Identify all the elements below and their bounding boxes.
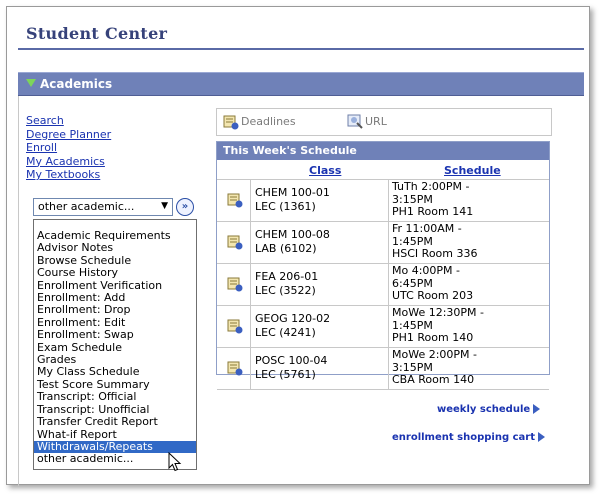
link-my-textbooks[interactable]: My Textbooks [26, 168, 111, 182]
row-icon-cell [217, 264, 251, 305]
schedule-title: This Week's Schedule [217, 142, 549, 160]
column-header-schedule[interactable]: Schedule [444, 164, 501, 177]
schedule-time-start: Fr 11:00AM - [392, 222, 462, 235]
tab-deadlines-label: Deadlines [241, 115, 296, 128]
calendar-info-icon[interactable] [227, 360, 243, 376]
collapse-triangle-icon[interactable] [26, 79, 36, 87]
link-my-academics[interactable]: My Academics [26, 155, 111, 169]
tab-url-label: URL [365, 115, 387, 128]
academics-links: Search Degree Planner Enroll My Academic… [26, 114, 111, 182]
schedule-cell: MoWe 2:00PM - 3:15PM CBA Room 140 [389, 348, 549, 389]
calendar-info-icon[interactable] [227, 318, 243, 334]
schedule-cell: Fr 11:00AM - 1:45PM HSCI Room 336 [389, 222, 549, 263]
schedule-time-start: Mo 4:00PM - [392, 264, 461, 277]
class-code: POSC 100-04 [255, 354, 328, 367]
dropdown-option[interactable]: Transcript: Official [34, 390, 196, 403]
table-row: POSC 100-04 LEC (5761) MoWe 2:00PM - 3:1… [217, 348, 549, 390]
class-code: GEOG 120-02 [255, 312, 331, 325]
row-icon-cell [217, 348, 251, 389]
academic-select[interactable]: other academic... ▼ [33, 198, 173, 216]
link-enroll[interactable]: Enroll [26, 141, 111, 155]
class-cell: POSC 100-04 LEC (5761) [251, 348, 389, 389]
academics-section-header[interactable]: Academics [18, 72, 584, 96]
dropdown-option[interactable]: Enrollment: Swap [34, 328, 196, 341]
schedule-room: CBA Room 140 [392, 373, 475, 387]
class-code: FEA 206-01 [255, 270, 319, 283]
dropdown-option[interactable]: Course History [34, 266, 196, 279]
class-code: CHEM 100-01 [255, 186, 330, 199]
shopping-cart-link[interactable]: enrollment shopping cart [392, 432, 545, 443]
column-header-class[interactable]: Class [309, 164, 341, 177]
calendar-info-icon[interactable] [227, 276, 243, 292]
schedule-room: HSCI Room 336 [392, 247, 478, 261]
arrow-right-icon [537, 432, 545, 442]
go-button[interactable]: » [176, 198, 194, 216]
dropdown-option[interactable]: My Class Schedule [34, 366, 196, 379]
schedule-room: PH1 Room 140 [392, 331, 474, 345]
calendar-info-icon[interactable] [227, 234, 243, 250]
academic-select-value: other academic... [38, 200, 135, 213]
chevron-down-icon: ▼ [161, 201, 168, 211]
tabs-bar: Deadlines URL [216, 108, 552, 136]
weekly-schedule-table: This Week's Schedule Class Schedule CHEM… [216, 141, 550, 390]
class-section: LEC (4241) [255, 326, 316, 339]
schedule-cell: Mo 4:00PM - 6:45PM UTC Room 203 [389, 264, 549, 305]
schedule-cell: TuTh 2:00PM - 3:15PM PH1 Room 141 [389, 180, 549, 221]
shopping-cart-label: enrollment shopping cart [392, 432, 535, 443]
class-code: CHEM 100-08 [255, 228, 330, 241]
schedule-column-headers: Class Schedule [217, 160, 549, 180]
row-icon-cell [217, 306, 251, 347]
page-title: Student Center [26, 24, 168, 43]
class-cell: FEA 206-01 LEC (3522) [251, 264, 389, 305]
weekly-schedule-label: weekly schedule [437, 404, 531, 415]
row-icon-cell [217, 180, 251, 221]
mouse-cursor-icon [168, 452, 182, 472]
url-icon [347, 114, 363, 129]
class-cell: CHEM 100-08 LAB (6102) [251, 222, 389, 263]
dropdown-option[interactable]: Advisor Notes [34, 241, 196, 254]
schedule-time-start: MoWe 2:00PM - [392, 348, 478, 361]
class-section: LEC (1361) [255, 200, 316, 213]
class-cell: CHEM 100-01 LEC (1361) [251, 180, 389, 221]
table-row: FEA 206-01 LEC (3522) Mo 4:00PM - 6:45PM… [217, 264, 549, 306]
dropdown-option[interactable]: Transfer Credit Report [34, 415, 196, 428]
row-icon-cell [217, 222, 251, 263]
calendar-info-icon [223, 115, 239, 130]
calendar-info-icon[interactable] [227, 192, 243, 208]
schedule-time-start: TuTh 2:00PM - [392, 180, 470, 193]
class-section: LAB (6102) [255, 242, 317, 255]
schedule-room: PH1 Room 141 [392, 205, 474, 219]
arrow-right-icon [533, 404, 541, 414]
schedule-room: UTC Room 203 [392, 289, 474, 303]
tab-deadlines[interactable]: Deadlines [223, 114, 296, 130]
academic-dropdown-list: Academic Requirements Advisor Notes Brow… [33, 219, 197, 470]
dropdown-option[interactable]: Enrollment: Drop [34, 304, 196, 317]
weekly-schedule-link[interactable]: weekly schedule [437, 404, 541, 415]
link-degree-planner[interactable]: Degree Planner [26, 128, 111, 142]
schedule-cell: MoWe 12:30PM - 1:45PM PH1 Room 140 [389, 306, 549, 347]
class-cell: GEOG 120-02 LEC (4241) [251, 306, 389, 347]
table-row: GEOG 120-02 LEC (4241) MoWe 12:30PM - 1:… [217, 306, 549, 348]
table-row: CHEM 100-01 LEC (1361) TuTh 2:00PM - 3:1… [217, 180, 549, 222]
class-section: LEC (5761) [255, 368, 316, 381]
section-title: Academics [40, 77, 113, 91]
class-section: LEC (3522) [255, 284, 316, 297]
table-row: CHEM 100-08 LAB (6102) Fr 11:00AM - 1:45… [217, 222, 549, 264]
title-divider [18, 48, 584, 50]
link-search[interactable]: Search [26, 114, 111, 128]
schedule-time-start: MoWe 12:30PM - [392, 306, 485, 319]
tab-url[interactable]: URL [347, 114, 387, 130]
